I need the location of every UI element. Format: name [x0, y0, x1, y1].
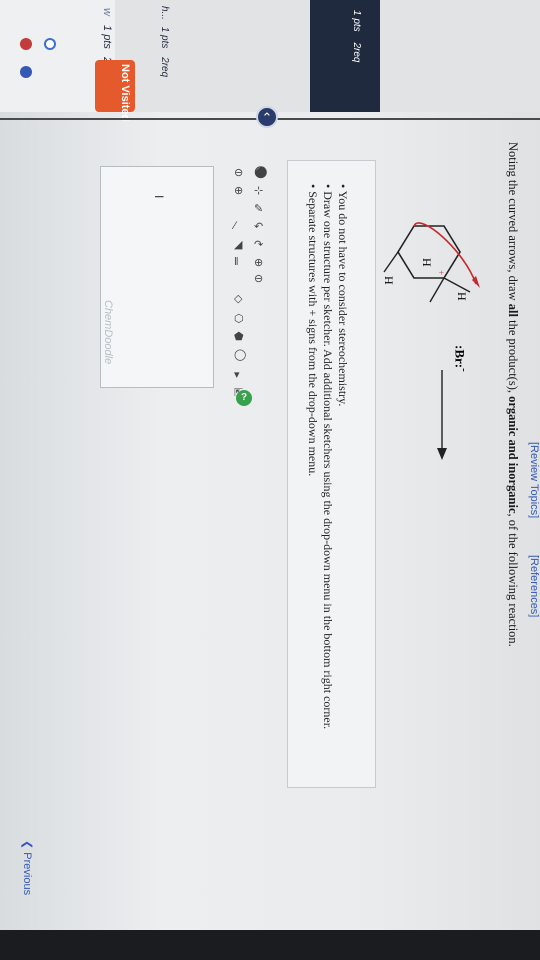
single-bond-icon[interactable]: ∕	[234, 220, 236, 232]
eraser-icon[interactable]: ✎	[254, 202, 263, 215]
bond-h-top	[443, 277, 471, 293]
radio-icon[interactable]	[44, 38, 56, 50]
atom-h-label: H	[420, 258, 434, 267]
atom-tool-icon[interactable]: ⚫	[254, 166, 268, 179]
redo-icon[interactable]: ↷	[254, 238, 263, 251]
text-cursor-icon: I	[152, 195, 166, 199]
not-visited-label: Not Visited	[119, 64, 131, 122]
wedge-bond-icon[interactable]: ◢	[234, 238, 242, 251]
bromide-label: :Br:-	[452, 345, 470, 372]
zoom-out-icon[interactable]: ⊖	[254, 272, 263, 285]
incorrect-icon	[20, 38, 32, 50]
positive-charge-label: +	[436, 270, 446, 276]
benzene-ring-icon[interactable]: ◯	[234, 348, 246, 361]
zoom-in-icon[interactable]: ⊕	[254, 256, 263, 269]
device-bezel	[0, 930, 540, 960]
charge-minus-icon[interactable]: ⊖	[234, 166, 243, 179]
collapse-sidebar-button[interactable]: ⌃	[256, 106, 278, 128]
reaction-scheme	[383, 222, 480, 460]
lasso-icon[interactable]: ⊹	[254, 184, 263, 197]
references-link[interactable]: [References]	[528, 555, 540, 617]
instruction-list: • You do not have to consider stereochem…	[305, 184, 350, 729]
question-sidebar: w 1 pts 2req Not Visited h... 1 pts 2req…	[0, 0, 540, 121]
chevron-left-icon: ❮	[21, 840, 33, 850]
review-topics-link[interactable]: [Review Topics]	[528, 442, 540, 518]
bond-h-right	[429, 277, 445, 303]
chemdoodle-watermark: ChemDoodle	[102, 300, 114, 365]
atom-h-label: H	[455, 292, 469, 301]
sketcher-toolbar: ⚫ ⊹ ✎ ↶ ↷ ⊕ ⊖ ⊖ ⊕ ∕ ◢ ‖ ◇ ⬡ ⬟ ◯ ▾ ⇱	[220, 162, 272, 400]
pentagon-ring-icon[interactable]: ⬟	[234, 330, 244, 343]
reaction-arrow-head	[437, 448, 447, 460]
instruction-item: • Separate structures with + signs from …	[306, 184, 320, 477]
double-bond-icon[interactable]: ‖	[234, 256, 239, 268]
bond-h-bottom	[383, 251, 399, 273]
instruction-item: • You do not have to consider stereochem…	[336, 184, 350, 407]
help-icon[interactable]: ?	[236, 390, 252, 406]
question-item-3[interactable]	[310, 0, 372, 100]
question-item-2-label[interactable]: h... 1 pts 2req	[159, 6, 170, 77]
sketcher-canvas[interactable]	[100, 166, 214, 388]
atom-h-label: H	[382, 276, 396, 285]
previous-link[interactable]: ❮ Previous	[21, 840, 34, 895]
ring-dropdown-icon[interactable]: ◇	[234, 292, 242, 305]
more-dropdown-icon[interactable]: ▾	[234, 368, 240, 381]
undo-icon[interactable]: ↶	[254, 220, 263, 233]
hexagon-ring-icon[interactable]: ⬡	[234, 312, 244, 325]
question-prompt: Noting the curved arrows, draw all the p…	[506, 142, 520, 647]
question-item-3-label[interactable]: 1 pts 2req	[351, 10, 362, 62]
chevron-up-icon: ⌃	[261, 110, 273, 125]
cyclohexane-ring	[397, 225, 461, 279]
instruction-item: • Draw one structure per sketcher. Add a…	[321, 184, 335, 730]
blue-status-icon	[20, 66, 32, 78]
charge-plus-icon[interactable]: ⊕	[234, 184, 243, 197]
